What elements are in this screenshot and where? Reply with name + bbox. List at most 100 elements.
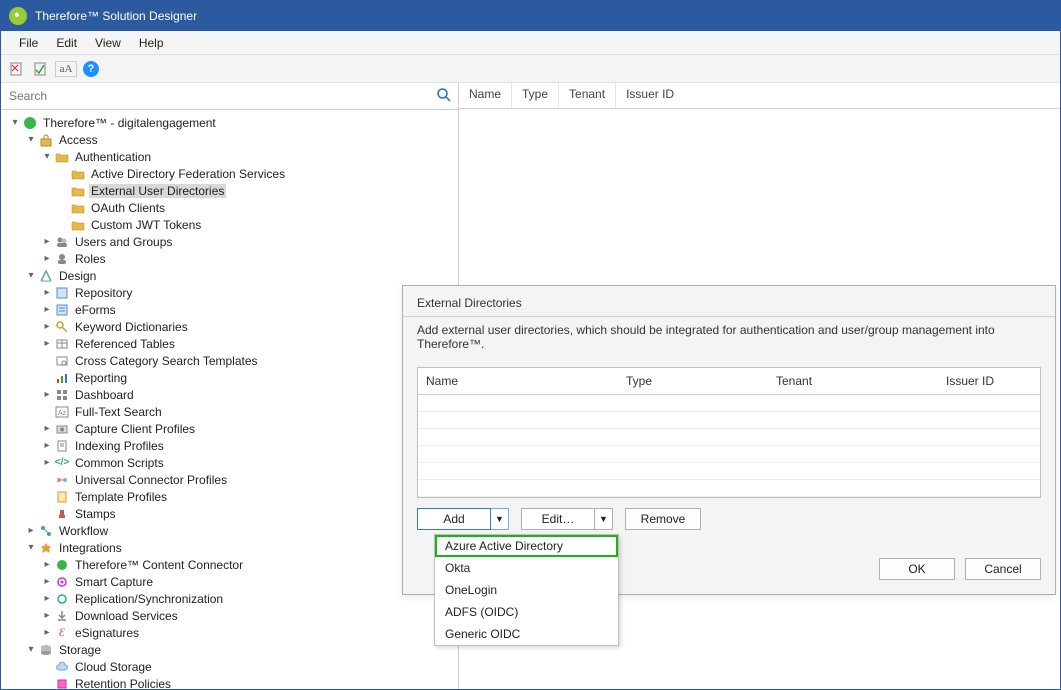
search-input[interactable] — [1, 83, 458, 109]
table-row[interactable] — [418, 446, 1040, 463]
tree-reporting[interactable]: Reporting — [9, 369, 458, 386]
tree-cross-category-search[interactable]: Cross Category Search Templates — [9, 352, 458, 369]
caret-right-icon[interactable]: ▸ — [41, 593, 53, 604]
table-row[interactable] — [418, 395, 1040, 412]
add-dropdown-menu: Azure Active Directory Okta OneLogin ADF… — [434, 534, 619, 646]
tree-oauth-clients[interactable]: OAuth Clients — [9, 199, 458, 216]
dropdown-item-okta[interactable]: Okta — [435, 557, 618, 579]
tree-content-connector[interactable]: ▸Therefore™ Content Connector — [9, 556, 458, 573]
menu-help[interactable]: Help — [131, 33, 172, 53]
dropdown-item-azure-ad[interactable]: Azure Active Directory — [435, 535, 618, 557]
tree-eforms[interactable]: ▸eForms — [9, 301, 458, 318]
tree-keyword-dictionaries[interactable]: ▸Keyword Dictionaries — [9, 318, 458, 335]
tree-design[interactable]: ▾Design — [9, 267, 458, 284]
tree-full-text-search[interactable]: AzFull-Text Search — [9, 403, 458, 420]
tree-universal-connector-profiles[interactable]: Universal Connector Profiles — [9, 471, 458, 488]
tree-esignatures[interactable]: ▸ƐeSignatures — [9, 624, 458, 641]
caret-right-icon[interactable]: ▸ — [41, 610, 53, 621]
tree-referenced-tables[interactable]: ▸Referenced Tables — [9, 335, 458, 352]
tree-indexing-profiles[interactable]: ▸Indexing Profiles — [9, 437, 458, 454]
tree-capture-profiles[interactable]: ▸Capture Client Profiles — [9, 420, 458, 437]
caret-right-icon[interactable]: ▸ — [41, 304, 53, 315]
toolbar-btn-text-size[interactable]: aA — [55, 61, 77, 77]
caret-right-icon[interactable]: ▸ — [41, 253, 53, 264]
grid-col-name[interactable]: Name — [418, 368, 618, 394]
tree-integrations[interactable]: ▾Integrations — [9, 539, 458, 556]
caret-right-icon[interactable]: ▸ — [41, 559, 53, 570]
table-row[interactable] — [418, 480, 1040, 497]
tree-common-scripts[interactable]: ▸</>Common Scripts — [9, 454, 458, 471]
add-dropdown-arrow[interactable]: ▼ — [491, 508, 509, 530]
edit-dropdown-arrow[interactable]: ▼ — [595, 508, 613, 530]
tree-roles[interactable]: ▸Roles — [9, 250, 458, 267]
left-pane: ▾Therefore™ - digitalengagement ▾Access … — [1, 83, 459, 689]
grid-col-tenant[interactable]: Tenant — [768, 368, 938, 394]
tree-adfs[interactable]: Active Directory Federation Services — [9, 165, 458, 182]
col-issuer[interactable]: Issuer ID — [616, 83, 684, 108]
tree-users-groups[interactable]: ▸Users and Groups — [9, 233, 458, 250]
add-split-button[interactable]: Add ▼ — [417, 508, 509, 530]
tree-root[interactable]: ▾Therefore™ - digitalengagement — [9, 114, 458, 131]
grid-col-issuer[interactable]: Issuer ID — [938, 368, 1040, 394]
caret-down-icon[interactable]: ▾ — [25, 542, 37, 553]
tree-download-services[interactable]: ▸Download Services — [9, 607, 458, 624]
tree-replication-sync[interactable]: ▸Replication/Synchronization — [9, 590, 458, 607]
tree-access[interactable]: ▾Access — [9, 131, 458, 148]
toolbar-btn-1[interactable] — [7, 59, 27, 79]
caret-down-icon[interactable]: ▾ — [9, 117, 21, 128]
cancel-button[interactable]: Cancel — [965, 558, 1041, 580]
caret-down-icon[interactable]: ▾ — [25, 644, 37, 655]
tree-dashboard[interactable]: ▸Dashboard — [9, 386, 458, 403]
ok-button[interactable]: OK — [879, 558, 955, 580]
edit-split-button[interactable]: Edit… ▼ — [521, 508, 613, 530]
tree-workflow[interactable]: ▸Workflow — [9, 522, 458, 539]
dropdown-item-onelogin[interactable]: OneLogin — [435, 579, 618, 601]
remove-button[interactable]: Remove — [625, 508, 701, 530]
caret-right-icon[interactable]: ▸ — [41, 389, 53, 400]
tree-smart-capture[interactable]: ▸Smart Capture — [9, 573, 458, 590]
caret-right-icon[interactable]: ▸ — [41, 440, 53, 451]
caret-right-icon[interactable]: ▸ — [41, 236, 53, 247]
col-tenant[interactable]: Tenant — [559, 83, 616, 108]
caret-down-icon[interactable]: ▾ — [25, 134, 37, 145]
tree-stamps[interactable]: Stamps — [9, 505, 458, 522]
dropdown-item-generic-oidc[interactable]: Generic OIDC — [435, 623, 618, 645]
col-type[interactable]: Type — [512, 83, 559, 108]
tree-repository[interactable]: ▸Repository — [9, 284, 458, 301]
menu-bar: File Edit View Help — [1, 31, 1060, 55]
table-row[interactable] — [418, 463, 1040, 480]
caret-right-icon[interactable]: ▸ — [41, 457, 53, 468]
menu-view[interactable]: View — [87, 33, 129, 53]
menu-edit[interactable]: Edit — [48, 33, 85, 53]
caret-right-icon[interactable]: ▸ — [41, 576, 53, 587]
table-row[interactable] — [418, 412, 1040, 429]
caret-right-icon[interactable]: ▸ — [41, 627, 53, 638]
caret-down-icon[interactable]: ▾ — [41, 151, 53, 162]
tree-custom-jwt[interactable]: Custom JWT Tokens — [9, 216, 458, 233]
caret-down-icon[interactable]: ▾ — [25, 270, 37, 281]
tree-cloud-storage[interactable]: Cloud Storage — [9, 658, 458, 675]
dropdown-item-adfs-oidc[interactable]: ADFS (OIDC) — [435, 601, 618, 623]
grid-col-type[interactable]: Type — [618, 368, 768, 394]
caret-right-icon[interactable]: ▸ — [25, 525, 37, 536]
grid-rows — [418, 395, 1040, 497]
tree-retention-policies[interactable]: Retention Policies — [9, 675, 458, 689]
tree-authentication[interactable]: ▾Authentication — [9, 148, 458, 165]
toolbar-help-button[interactable]: ? — [81, 59, 101, 79]
caret-right-icon[interactable]: ▸ — [41, 287, 53, 298]
toolbar-btn-2[interactable] — [31, 59, 51, 79]
col-name[interactable]: Name — [459, 83, 512, 108]
integrations-icon — [38, 540, 54, 556]
dialog-button-row: Add ▼ Edit… ▼ Remove — [403, 498, 1055, 530]
caret-right-icon[interactable]: ▸ — [41, 321, 53, 332]
table-row[interactable] — [418, 429, 1040, 446]
menu-file[interactable]: File — [11, 33, 46, 53]
search-icon[interactable] — [436, 87, 452, 103]
caret-right-icon[interactable]: ▸ — [41, 423, 53, 434]
add-button[interactable]: Add — [417, 508, 491, 530]
edit-button[interactable]: Edit… — [521, 508, 595, 530]
caret-right-icon[interactable]: ▸ — [41, 338, 53, 349]
tree-external-user-directories[interactable]: External User Directories — [9, 182, 458, 199]
tree-template-profiles[interactable]: Template Profiles — [9, 488, 458, 505]
tree-storage[interactable]: ▾Storage — [9, 641, 458, 658]
